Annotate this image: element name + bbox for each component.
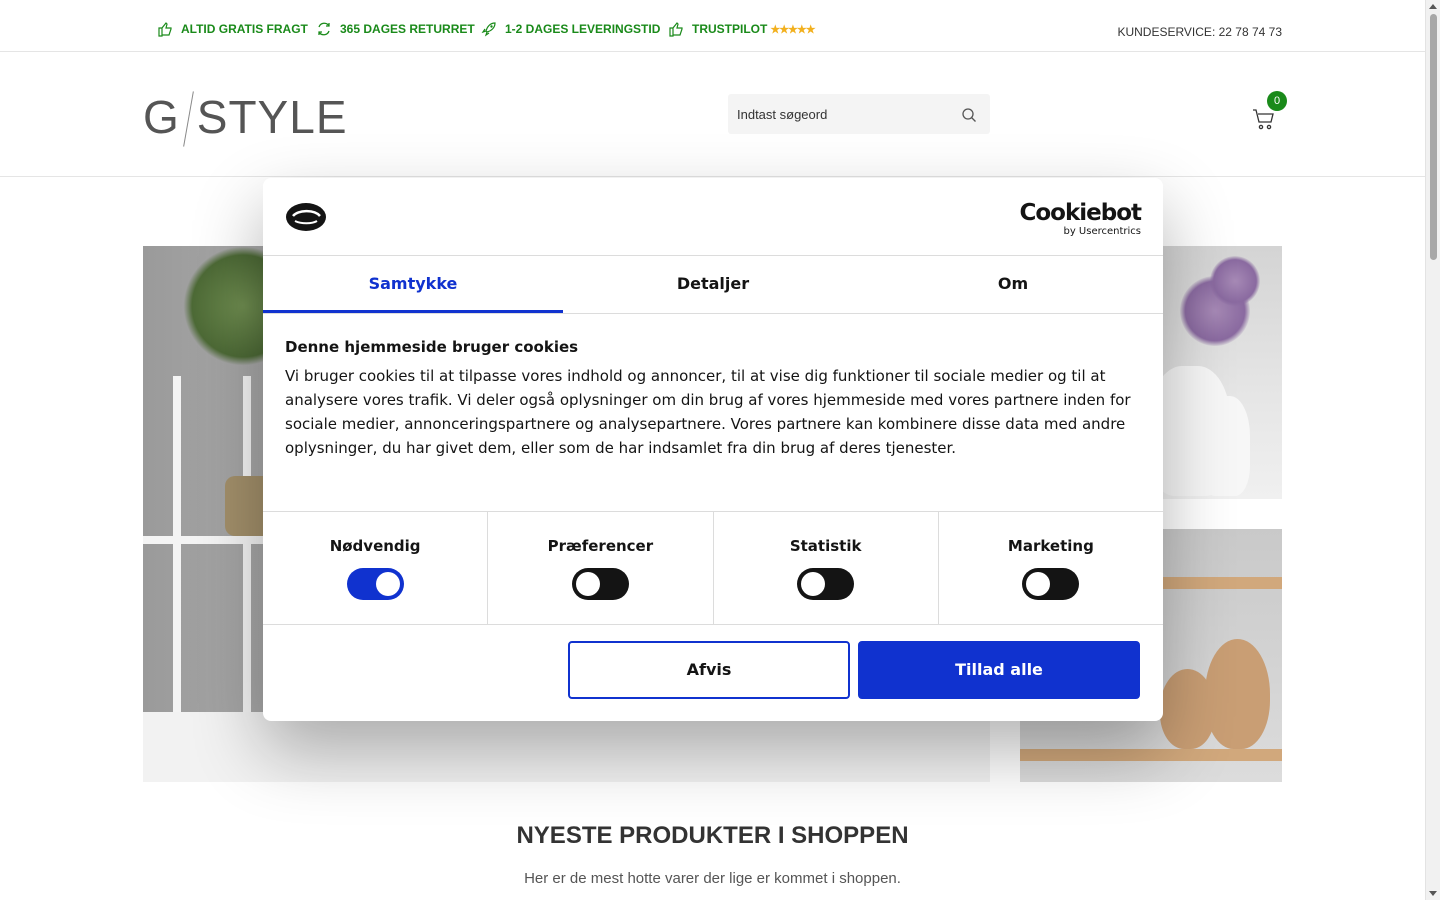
customer-service-phone[interactable]: KUNDESERVICE: 22 78 74 73: [1117, 25, 1282, 39]
logo-letter: G: [143, 91, 180, 143]
usp-label: 1-2 DAGES LEVERINGSTID: [505, 22, 661, 36]
toggle-label: Statistik: [789, 537, 862, 555]
usp-trustpilot[interactable]: TRUSTPILOT ★★★★★: [668, 21, 816, 37]
allow-all-button[interactable]: Tillad alle: [858, 641, 1140, 699]
logo-word: STYLE: [196, 91, 348, 143]
page-scrollbar[interactable]: [1425, 0, 1440, 900]
section-subtitle: Her er de mest hotte varer der lige er k…: [524, 870, 901, 887]
owl-figurine: [1205, 639, 1270, 749]
marketing-toggle[interactable]: [1022, 568, 1080, 600]
toggle-label: Marketing: [1007, 537, 1094, 555]
brand-name: Cookiebot: [1019, 200, 1142, 226]
usp-returns: 365 DAGES RETURRET: [316, 21, 475, 37]
dialog-heading: Denne hjemmeside bruger cookies: [285, 338, 579, 356]
flower-decoration: [1210, 256, 1260, 306]
usp-free-shipping: ALTID GRATIS FRAGT: [157, 21, 308, 37]
toggle-knob: [801, 572, 826, 596]
toggle-label: Præferencer: [547, 537, 654, 555]
search-box: [728, 94, 990, 134]
dialog-actions: Afvis Tillad alle: [263, 625, 1163, 721]
statistics-toggle[interactable]: [797, 568, 855, 600]
vase-decoration: [1200, 396, 1250, 496]
refresh-icon: [318, 22, 330, 36]
toggle-group-marketing: Marketing: [939, 512, 1163, 624]
reject-button[interactable]: Afvis: [568, 641, 850, 699]
tab-detaljer[interactable]: Detaljer: [563, 256, 863, 313]
search-input[interactable]: [728, 94, 948, 134]
top-bar: ALTID GRATIS FRAGT 365 DAGES RETURRET 1-…: [0, 0, 1425, 52]
toggle-knob: [1026, 572, 1051, 596]
floor: [143, 712, 990, 782]
toggle-group-preferences: Præferencer: [488, 512, 714, 624]
logo-slash: [182, 91, 194, 147]
rocket-icon: [481, 22, 496, 37]
usp-label: 365 DAGES RETURRET: [340, 22, 475, 36]
toggle-knob: [375, 572, 400, 596]
thumbs-up-icon: [669, 22, 683, 37]
usp-label: ALTID GRATIS FRAGT: [181, 22, 308, 36]
scroll-down-arrow-icon[interactable]: [1429, 891, 1437, 896]
cookiebot-logo-icon: [286, 203, 326, 231]
rating-stars: ★★★★★: [770, 23, 815, 36]
preferences-toggle[interactable]: [571, 568, 629, 600]
tab-om[interactable]: Om: [863, 256, 1163, 313]
scroll-up-arrow-icon[interactable]: [1429, 4, 1437, 9]
toggle-label: Nødvendig: [329, 537, 421, 555]
thumbs-up-icon: [158, 22, 172, 37]
dialog-body: Denne hjemmeside bruger cookies Vi bruge…: [263, 314, 1163, 511]
cart-count-badge: 0: [1267, 91, 1287, 111]
cart-icon[interactable]: [1252, 107, 1276, 131]
shelf-board: [1020, 749, 1282, 761]
cookiebot-brand[interactable]: Cookiebot by Usercentrics: [1019, 200, 1142, 237]
usp-delivery: 1-2 DAGES LEVERINGSTID: [481, 21, 660, 37]
dialog-header: Cookiebot by Usercentrics: [263, 178, 1163, 256]
search-icon[interactable]: [961, 107, 977, 123]
consent-toggles: Nødvendig Præferencer Statistik Marketin…: [263, 511, 1163, 625]
brand-byline: by Usercentrics: [1063, 226, 1141, 237]
cookie-consent-dialog: Cookiebot by Usercentrics Samtykke Detal…: [263, 178, 1163, 721]
dialog-tabs: Samtykke Detaljer Om: [263, 256, 1163, 314]
site-logo[interactable]: G STYLE: [143, 90, 348, 149]
dialog-text: Vi bruger cookies til at tilpasse vores …: [285, 367, 1131, 457]
site-header: G STYLE 0: [0, 52, 1425, 177]
tab-samtykke[interactable]: Samtykke: [263, 256, 563, 313]
section-title: NYESTE PRODUKTER I SHOPPEN: [516, 822, 909, 849]
toggle-group-necessary: Nødvendig: [263, 512, 489, 624]
usp-label: TRUSTPILOT: [692, 22, 768, 36]
toggle-knob: [575, 572, 600, 596]
toggle-group-statistics: Statistik: [714, 512, 939, 624]
scrollbar-thumb[interactable]: [1430, 14, 1437, 260]
necessary-toggle[interactable]: [346, 568, 404, 600]
